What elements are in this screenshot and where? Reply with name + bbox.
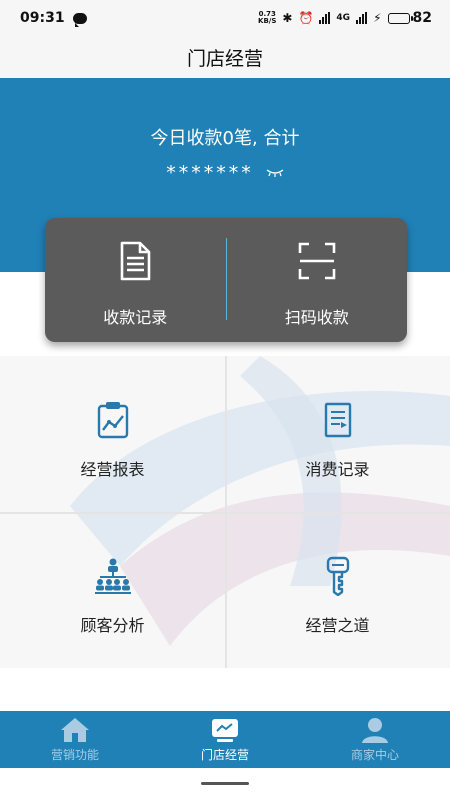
nav-marketing-label: 营销功能: [50, 747, 99, 762]
nav-store-operations-label: 门店经营: [200, 747, 249, 762]
today-summary-text: 今日收款0笔, 合计: [150, 128, 300, 149]
nav-store-operations[interactable]: 门店经营: [150, 711, 300, 768]
consumption-records-label: 消费记录: [305, 460, 370, 479]
org-chart-icon: [94, 558, 131, 594]
signal-icon: [319, 12, 331, 24]
business-report-tile[interactable]: 经营报表: [0, 356, 225, 512]
quick-action-card: 收款记录 扫码收款: [45, 218, 407, 342]
user-icon: [362, 717, 388, 743]
customer-analysis-tile[interactable]: 顾客分析: [0, 512, 225, 668]
scan-payment-button[interactable]: 扫码收款: [227, 218, 408, 342]
status-bar: 09:31 0.73 KB/S ✱ ⏰ 4G ⚡ 82: [0, 0, 450, 36]
payment-records-button[interactable]: 收款记录: [45, 218, 226, 342]
alarm-icon: ⏰: [298, 11, 314, 25]
amount-row: *******: [0, 162, 450, 184]
business-wisdom-label: 经营之道: [305, 616, 370, 635]
status-right: 0.73 KB/S ✱ ⏰ 4G ⚡ 82: [258, 10, 432, 26]
home-icon: [61, 717, 89, 742]
page-title: 门店经营: [186, 47, 263, 70]
receipt-icon: [324, 402, 351, 438]
chat-notification-icon: [72, 12, 87, 27]
bottom-nav: 营销功能 门店经营 商家中心: [0, 711, 450, 768]
title-bar: 门店经营: [0, 36, 450, 78]
status-left: 09:31: [20, 10, 87, 27]
grid-divider-horizontal: [0, 512, 450, 514]
business-report-label: 经营报表: [80, 460, 145, 479]
battery: 82: [387, 10, 432, 26]
network-type: 4G: [336, 13, 351, 23]
nav-merchant-center-label: 商家中心: [350, 747, 399, 762]
customer-analysis-label: 顾客分析: [80, 616, 145, 635]
battery-percent: 82: [412, 10, 432, 26]
bluetooth-icon: ✱: [282, 11, 293, 25]
chart-clipboard-icon: [97, 402, 128, 439]
key-icon: [326, 556, 349, 596]
charging-icon: ⚡: [373, 11, 382, 25]
status-time: 09:31: [20, 10, 65, 26]
signal-icon-2: [356, 12, 368, 24]
nav-merchant-center[interactable]: 商家中心: [300, 711, 450, 768]
consumption-records-tile[interactable]: 消费记录: [225, 356, 450, 512]
net-speed-unit: KB/S: [258, 17, 277, 25]
scan-icon: [298, 242, 336, 280]
net-speed: 0.73 KB/S: [258, 11, 276, 25]
payment-records-label: 收款记录: [103, 308, 168, 327]
monitor-chart-icon: [212, 718, 238, 742]
amount-masked: *******: [166, 162, 254, 184]
gesture-handle[interactable]: [201, 782, 249, 785]
feature-grid: 经营报表 消费记录 顾客分析 经营之道: [0, 356, 450, 668]
document-icon: [120, 241, 151, 281]
business-wisdom-tile[interactable]: 经营之道: [225, 512, 450, 668]
scan-payment-label: 扫码收款: [284, 308, 349, 327]
nav-marketing[interactable]: 营销功能: [0, 711, 150, 768]
battery-icon: [387, 12, 413, 24]
eye-closed-icon[interactable]: [266, 168, 284, 178]
